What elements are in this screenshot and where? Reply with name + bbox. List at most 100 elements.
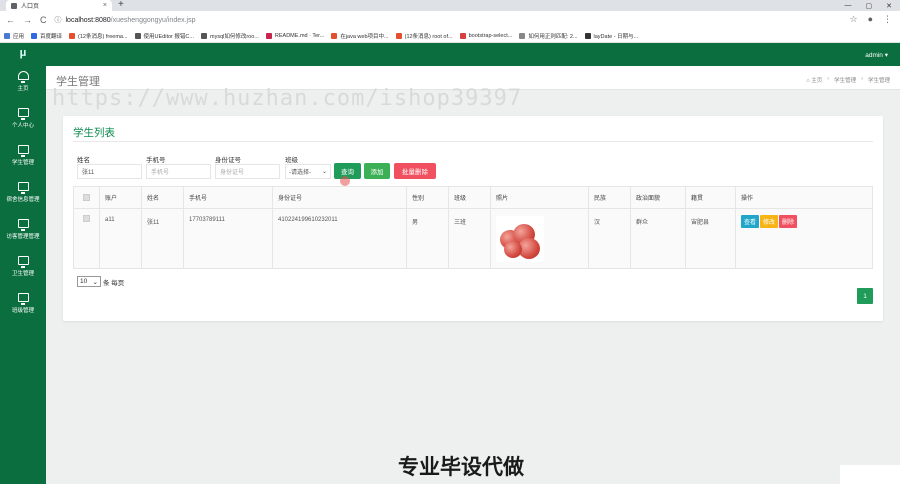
profile-avatar-icon[interactable]: ●	[868, 14, 873, 25]
idcard-input[interactable]: 身份证号	[215, 164, 280, 179]
bookmark-item[interactable]: (12条消息) root of...	[395, 32, 453, 40]
column-header: 班级	[449, 187, 491, 208]
student-table: 账户 姓名 手机号 身份证号 性别 班级 照片 民族 政治面貌 籍贯 操作 a1…	[73, 186, 873, 269]
tab-close-icon[interactable]: ×	[103, 2, 107, 9]
back-arrow-icon[interactable]: ←	[6, 15, 15, 25]
bookmark-item[interactable]: 在java web项目中...	[331, 32, 389, 40]
sidebar: μ 主页 个人中心 学生管理 宿舍信息管理 访客管理管理 卫生管理 班级管理	[0, 43, 46, 484]
bookmark-item[interactable]: README.md · Ter...	[265, 32, 324, 39]
class-label: 班级	[285, 157, 298, 164]
cell-phone: 17703789111	[184, 209, 273, 268]
mouse-cursor-highlight	[340, 176, 350, 186]
bookmark-item[interactable]: mysql如何修改roo...	[200, 32, 259, 40]
cell-political: 群众	[631, 209, 686, 268]
sidebar-item-students[interactable]: 学生管理	[0, 137, 46, 174]
page-footer-strip	[840, 465, 900, 484]
bookmark-favicon-icon	[31, 32, 38, 39]
phone-label: 手机号	[146, 157, 166, 164]
page-favicon-icon	[11, 2, 17, 9]
checkbox[interactable]	[83, 215, 90, 222]
window-controls: — ▢ ✕	[845, 0, 893, 11]
browser-tab[interactable]: 人口页 ×	[6, 0, 112, 11]
monitor-icon	[17, 108, 29, 120]
bookmark-favicon-icon	[134, 32, 141, 39]
sidebar-item-dorms[interactable]: 宿舍信息管理	[0, 174, 46, 211]
chevron-down-icon: ⌄	[321, 169, 327, 175]
url-host: localhost:8080	[65, 16, 111, 24]
bookmark-favicon-icon	[459, 32, 466, 39]
bookmark-item[interactable]: 使用UEditor 报错C...	[134, 32, 194, 40]
column-header: 政治面貌	[631, 187, 686, 208]
minimize-button[interactable]: —	[845, 2, 852, 9]
user-menu[interactable]: admin ▾	[865, 51, 888, 59]
page-size-control: 10 ⌄ 条 每页	[77, 276, 124, 287]
tab-title: 人口页	[21, 4, 40, 10]
bookmark-item[interactable]: 百度翻译	[31, 32, 62, 40]
column-header: 身份证号	[273, 187, 407, 208]
maximize-button[interactable]: ▢	[866, 2, 873, 10]
monitor-icon	[17, 256, 29, 268]
breadcrumb-home[interactable]: ⌂ 主页	[806, 76, 822, 84]
forward-arrow-icon[interactable]: →	[23, 15, 32, 25]
row-checkbox-cell	[74, 209, 100, 268]
bookmark-favicon-icon	[265, 32, 272, 39]
browser-menu-icon[interactable]: ⋮	[883, 14, 892, 25]
url-field[interactable]: ⓘ localhost:8080/xueshenggongyu/index.js…	[55, 15, 196, 25]
cell-idcard: 410224199610232011	[273, 209, 407, 268]
bookmark-item[interactable]: 如何用正则匹配: 2...	[519, 32, 578, 40]
bookmark-item[interactable]: bootstrap-select...	[459, 32, 512, 39]
class-select[interactable]: -请选择- ⌄	[285, 164, 331, 179]
view-button[interactable]: 查看	[741, 215, 760, 228]
bookmark-item[interactable]: (12条消息) freema...	[69, 32, 128, 40]
monitor-icon	[17, 145, 29, 157]
select-all-checkbox[interactable]	[74, 187, 100, 208]
bookmark-favicon-icon	[584, 32, 591, 39]
sidebar-item-hygiene[interactable]: 卫生管理	[0, 248, 46, 285]
batch-delete-button[interactable]: 批量删除	[394, 163, 436, 179]
sidebar-item-classes[interactable]: 班级管理	[0, 285, 46, 322]
bookmark-item[interactable]: layDate - 日期与...	[584, 32, 638, 40]
app: μ 主页 个人中心 学生管理 宿舍信息管理 访客管理管理 卫生管理 班级管理 a…	[0, 43, 900, 484]
column-header: 账户	[100, 187, 142, 208]
browser-tab-bar: 人口页 × + — ▢ ✕	[0, 0, 900, 11]
sidebar-item-visitors[interactable]: 访客管理管理	[0, 211, 46, 248]
table-header-row: 账户 姓名 手机号 身份证号 性别 班级 照片 民族 政治面貌 籍贯 操作	[74, 187, 872, 209]
breadcrumb-separator: ›	[827, 76, 830, 82]
cell-class: 三班	[449, 209, 491, 268]
reload-icon[interactable]: C	[40, 15, 47, 25]
page-size-select[interactable]: 10 ⌄	[77, 276, 101, 287]
cell-ethnicity: 汉	[589, 209, 631, 268]
column-header: 籍贯	[686, 187, 736, 208]
breadcrumb: ⌂ 主页 › 学生管理 › 学生管理	[806, 76, 890, 84]
checkbox[interactable]	[83, 194, 90, 201]
add-button[interactable]: 添加	[364, 163, 390, 179]
breadcrumb-item[interactable]: 学生管理	[834, 76, 856, 84]
bookmark-item[interactable]: 应用	[4, 32, 24, 40]
phone-input[interactable]: 手机号	[146, 164, 211, 179]
delete-button[interactable]: 删除	[779, 215, 798, 228]
cell-name: 张11	[142, 209, 184, 268]
panel-title: 学生列表	[73, 127, 115, 139]
page-size-suffix: 条 每页	[103, 279, 125, 287]
bookmark-favicon-icon	[519, 32, 526, 39]
app-logo[interactable]: μ	[0, 43, 46, 63]
dashboard-icon	[17, 71, 29, 83]
column-header: 手机号	[184, 187, 273, 208]
close-window-button[interactable]: ✕	[886, 2, 892, 10]
breadcrumb-separator: ›	[861, 76, 863, 82]
pagination-page-button[interactable]: 1	[857, 288, 873, 304]
new-tab-button[interactable]: +	[118, 0, 124, 10]
sidebar-item-home[interactable]: 主页	[0, 63, 46, 100]
edit-button[interactable]: 修改	[760, 215, 779, 228]
chevron-down-icon: ⌄	[92, 278, 98, 286]
bookmark-favicon-icon	[395, 32, 402, 39]
student-list-panel: 学生列表 姓名 手机号 身份证号 班级 张11 手机号 身份证号 -请选择- ⌄…	[63, 116, 883, 321]
bookmark-favicon-icon	[69, 32, 76, 39]
column-header: 性别	[407, 187, 449, 208]
column-header: 照片	[491, 187, 589, 208]
sidebar-item-profile[interactable]: 个人中心	[0, 100, 46, 137]
name-input[interactable]: 张11	[77, 164, 142, 179]
cell-actions: 查看 修改 删除	[736, 209, 872, 268]
monitor-icon	[17, 182, 29, 194]
bookmark-star-icon[interactable]: ☆	[849, 14, 857, 25]
